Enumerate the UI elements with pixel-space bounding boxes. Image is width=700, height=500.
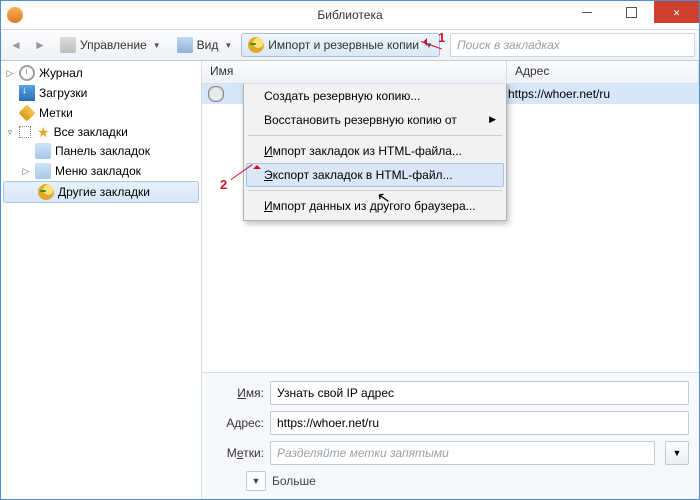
- organize-icon: [60, 37, 76, 53]
- tag-icon: [19, 105, 36, 122]
- content-area: ▷ Журнал ▷ Загрузки ▷ Метки ▿ ★ Все закл…: [1, 61, 699, 499]
- column-name[interactable]: Имя: [202, 61, 507, 83]
- bookmark-list: https://whoer.net/ru Создать резервную к…: [202, 84, 699, 372]
- column-address[interactable]: Адрес: [507, 61, 699, 83]
- organize-label: Управление: [80, 38, 147, 52]
- tags-label: Метки:: [212, 446, 264, 460]
- folder-icon: [35, 143, 51, 159]
- tags-field[interactable]: Разделяйте метки запятыми: [270, 441, 655, 465]
- nav-forward-button[interactable]: ►: [29, 34, 51, 56]
- star-import-icon: [248, 37, 264, 53]
- chevron-down-icon: ▼: [153, 41, 161, 50]
- chevron-down-icon: ▼: [246, 471, 266, 491]
- menu-item-label: Восстановить резервную копию от: [264, 113, 457, 127]
- sidebar-item-label: Меню закладок: [55, 164, 141, 178]
- title-bar: Библиотека: [1, 1, 699, 30]
- menu-separator: [248, 190, 502, 191]
- sidebar-item-all-bookmarks[interactable]: ▿ ★ Все закладки: [1, 123, 201, 141]
- import-backup-button[interactable]: Импорт и резервные копии ▼: [241, 33, 440, 57]
- sidebar-item-tags[interactable]: ▷ Метки: [1, 103, 201, 123]
- maximize-button[interactable]: [609, 1, 654, 23]
- download-icon: [19, 85, 35, 101]
- toolbar: ◄ ► Управление ▼ Вид ▼ Импорт и резервны…: [1, 30, 699, 61]
- submenu-arrow-icon: ▶: [489, 114, 496, 125]
- address-field[interactable]: https://whoer.net/ru: [270, 411, 689, 435]
- main-pane: Имя Адрес https://whoer.net/ru Создать р…: [202, 61, 699, 499]
- sidebar-item-downloads[interactable]: ▷ Загрузки: [1, 83, 201, 103]
- organize-button[interactable]: Управление ▼: [53, 33, 168, 57]
- menu-separator: [248, 135, 502, 136]
- tags-dropdown-button[interactable]: ▼: [665, 441, 689, 465]
- sidebar-item-label: Другие закладки: [58, 185, 150, 199]
- menu-item-restore[interactable]: Восстановить резервную копию от ▶: [246, 108, 504, 132]
- clock-icon: [19, 65, 35, 81]
- collapse-icon[interactable]: ▿: [5, 127, 15, 138]
- sidebar-item-history[interactable]: ▷ Журнал: [1, 63, 201, 83]
- places-tree: ▷ Журнал ▷ Загрузки ▷ Метки ▿ ★ Все закл…: [1, 61, 202, 499]
- views-icon: [177, 37, 193, 53]
- search-input[interactable]: Поиск в закладках: [450, 33, 695, 57]
- column-headers: Имя Адрес: [202, 61, 699, 84]
- expand-icon[interactable]: ▷: [21, 166, 31, 177]
- menu-item-import-browser[interactable]: Импорт данных из другого браузера...: [246, 194, 504, 218]
- sidebar-item-label: Загрузки: [39, 86, 87, 100]
- sidebar-item-toolbar-bookmarks[interactable]: ▷ Панель закладок: [1, 141, 201, 161]
- name-label: Имя:: [212, 386, 264, 400]
- sidebar-item-label: Все закладки: [54, 125, 128, 139]
- menu-item-import-html[interactable]: Импорт закладок из HTML-файла...: [246, 139, 504, 163]
- sidebar-item-label: Метки: [39, 106, 73, 120]
- menu-item-backup[interactable]: Создать резервную копию...: [246, 84, 504, 108]
- folder-icon: [35, 163, 51, 179]
- nav-back-button[interactable]: ◄: [5, 34, 27, 56]
- menu-item-export-html[interactable]: Экспорт закладок в HTML-файл...: [246, 163, 504, 187]
- library-window: Библиотека ◄ ► Управление ▼ Вид ▼ Импорт…: [0, 0, 700, 500]
- expand-more-row[interactable]: ▼ Больше: [212, 471, 689, 491]
- dotted-box-icon: [19, 126, 31, 138]
- sidebar-item-other-bookmarks[interactable]: ▷ Другие закладки: [3, 181, 199, 203]
- details-pane: Имя: Узнать свой IP адрес Адрес: https:/…: [202, 372, 699, 499]
- sidebar-item-label: Журнал: [39, 66, 83, 80]
- field-row-name: Имя: Узнать свой IP адрес: [212, 381, 689, 405]
- expand-icon[interactable]: ▷: [5, 68, 15, 79]
- import-backup-menu: Создать резервную копию... Восстановить …: [243, 84, 507, 221]
- chevron-down-icon: ▼: [673, 448, 682, 458]
- close-button[interactable]: [654, 1, 699, 23]
- views-button[interactable]: Вид ▼: [170, 33, 240, 57]
- address-label: Адрес:: [212, 416, 264, 430]
- field-row-address: Адрес: https://whoer.net/ru: [212, 411, 689, 435]
- globe-icon: [208, 86, 224, 102]
- firefox-icon: [7, 7, 23, 23]
- bookmarks-icon: [38, 184, 54, 200]
- more-label: Больше: [272, 474, 316, 488]
- sidebar-item-label: Панель закладок: [55, 144, 150, 158]
- field-row-tags: Метки: Разделяйте метки запятыми ▼: [212, 441, 689, 465]
- name-field[interactable]: Узнать свой IP адрес: [270, 381, 689, 405]
- search-placeholder: Поиск в закладках: [457, 38, 560, 52]
- window-controls: [564, 1, 699, 23]
- star-icon: ★: [37, 125, 50, 139]
- row-address: https://whoer.net/ru: [502, 87, 699, 101]
- views-label: Вид: [197, 38, 219, 52]
- sidebar-item-menu-bookmarks[interactable]: ▷ Меню закладок: [1, 161, 201, 181]
- chevron-down-icon: ▼: [224, 41, 232, 50]
- minimize-button[interactable]: [564, 1, 609, 23]
- chevron-down-icon: ▼: [425, 41, 433, 50]
- import-backup-label: Импорт и резервные копии: [268, 38, 419, 52]
